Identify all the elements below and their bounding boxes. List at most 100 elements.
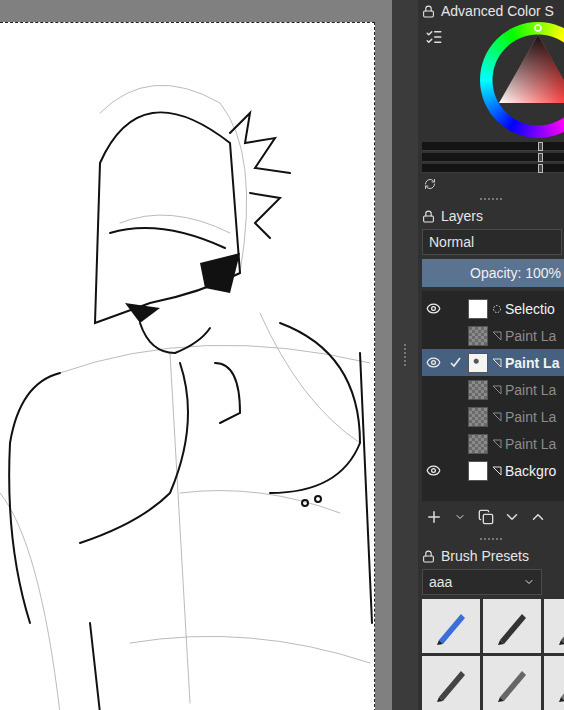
canvas-view[interactable] (0, 0, 392, 710)
plus-icon (425, 508, 443, 526)
layer-row[interactable]: Paint La (422, 430, 564, 457)
eye-off-icon[interactable] (426, 328, 441, 343)
chevron-up-icon (529, 508, 547, 526)
visibility-toggle[interactable] (422, 301, 444, 316)
layer-thumbnail (468, 407, 488, 427)
canvas[interactable] (0, 22, 375, 710)
splitter-grip[interactable] (404, 344, 406, 366)
selection-mask-icon (492, 304, 502, 314)
layer-name: Backgro (502, 463, 556, 479)
eye-icon[interactable] (426, 301, 441, 316)
dock-splitter[interactable] (392, 0, 418, 710)
layer-name: Paint La (502, 409, 556, 425)
visibility-toggle[interactable] (422, 355, 444, 370)
layer-checkbox[interactable] (444, 357, 466, 368)
color-strips[interactable] (418, 140, 564, 175)
layer-name: Paint La (502, 382, 556, 398)
visibility-toggle[interactable] (422, 328, 444, 343)
layer-thumbnail (468, 299, 488, 319)
dropdown-icon (523, 576, 535, 588)
eye-off-icon[interactable] (426, 382, 441, 397)
dropdown-icon (454, 511, 466, 523)
docker-title: Advanced Color S (441, 3, 554, 19)
eye-off-icon[interactable] (426, 436, 441, 451)
layer-row[interactable]: Paint La (422, 403, 564, 430)
strip-marker[interactable] (538, 164, 543, 173)
krita-window: Advanced Color S Layers Normal Opacity: 100… (0, 0, 564, 710)
add-layer-button[interactable] (424, 507, 444, 527)
layer-row[interactable]: Paint La (422, 322, 564, 349)
color-triangle[interactable] (480, 22, 564, 138)
layer-thumbnail (468, 326, 488, 346)
lock-icon[interactable] (422, 5, 435, 18)
color-strip[interactable] (422, 164, 564, 173)
visibility-toggle[interactable] (422, 409, 444, 424)
brush-preset[interactable] (483, 599, 541, 653)
move-up-button[interactable] (528, 507, 548, 527)
layer-name: Selectio (502, 301, 555, 317)
sketch-artwork (0, 23, 375, 710)
layer-thumbnail (468, 434, 488, 454)
paint-layer-icon (492, 331, 502, 341)
lock-icon[interactable] (422, 210, 435, 223)
layer-row[interactable]: Selectio (422, 295, 564, 322)
brush-preset[interactable] (483, 656, 541, 710)
layer-row[interactable]: Backgro (422, 457, 564, 484)
brush-grid (418, 599, 564, 710)
refresh-icon[interactable] (424, 178, 436, 190)
duplicate-layer-button[interactable] (476, 507, 496, 527)
paint-layer-icon (492, 466, 502, 476)
docker-divider[interactable] (418, 195, 564, 203)
brush-icon (553, 606, 564, 646)
eye-icon[interactable] (426, 463, 441, 478)
check-icon[interactable] (450, 357, 461, 368)
brush-icon (492, 606, 532, 646)
visibility-toggle[interactable] (422, 382, 444, 397)
eye-off-icon[interactable] (426, 409, 441, 424)
paint-layer-icon (492, 358, 502, 368)
brush-preset[interactable] (544, 656, 564, 710)
docker-title: Layers (441, 208, 483, 224)
chevron-down-icon (503, 508, 521, 526)
opacity-label: Opacity: 100% (422, 265, 561, 281)
brush-preset[interactable] (422, 599, 480, 653)
layer-thumbnail (468, 353, 488, 373)
blend-mode-select[interactable]: Normal (422, 229, 562, 255)
duplicate-icon (478, 509, 494, 525)
strip-marker[interactable] (538, 153, 543, 162)
brush-icon (553, 663, 564, 703)
eye-icon[interactable] (426, 355, 441, 370)
docker-divider[interactable] (418, 535, 564, 543)
lock-icon[interactable] (422, 550, 435, 563)
paint-layer-icon (492, 439, 502, 449)
add-layer-menu[interactable] (450, 507, 470, 527)
opacity-slider[interactable]: Opacity: 100% (422, 259, 564, 287)
brush-docker-title: Brush Presets (418, 545, 564, 567)
refresh-row (418, 175, 564, 193)
brush-tag: aaa (429, 574, 452, 590)
color-strip[interactable] (422, 142, 564, 151)
brush-preset[interactable] (422, 656, 480, 710)
move-down-button[interactable] (502, 507, 522, 527)
layer-row[interactable]: Paint La (422, 349, 564, 376)
color-strip[interactable] (422, 153, 564, 162)
paint-layer-icon (492, 412, 502, 422)
layer-name: Paint La (502, 328, 556, 344)
visibility-toggle[interactable] (422, 436, 444, 451)
strip-marker[interactable] (538, 142, 543, 151)
hue-ring[interactable] (480, 22, 564, 138)
brush-preset[interactable] (544, 599, 564, 653)
color-selector (418, 22, 564, 140)
layer-name: Paint La (502, 355, 559, 371)
brush-icon (431, 606, 471, 646)
layers-docker-title: Layers (418, 205, 564, 227)
paint-layer-icon (492, 385, 502, 395)
layer-row[interactable]: Paint La (422, 376, 564, 403)
layer-thumbnail (468, 461, 488, 481)
layer-toolbar (418, 501, 564, 533)
visibility-toggle[interactable] (422, 463, 444, 478)
layer-list: Selectio Paint La Paint La Paint La Paint La… (422, 291, 564, 501)
brush-icon (431, 663, 471, 703)
brush-tag-select[interactable]: aaa (422, 569, 542, 595)
settings-list-icon[interactable] (422, 26, 446, 48)
